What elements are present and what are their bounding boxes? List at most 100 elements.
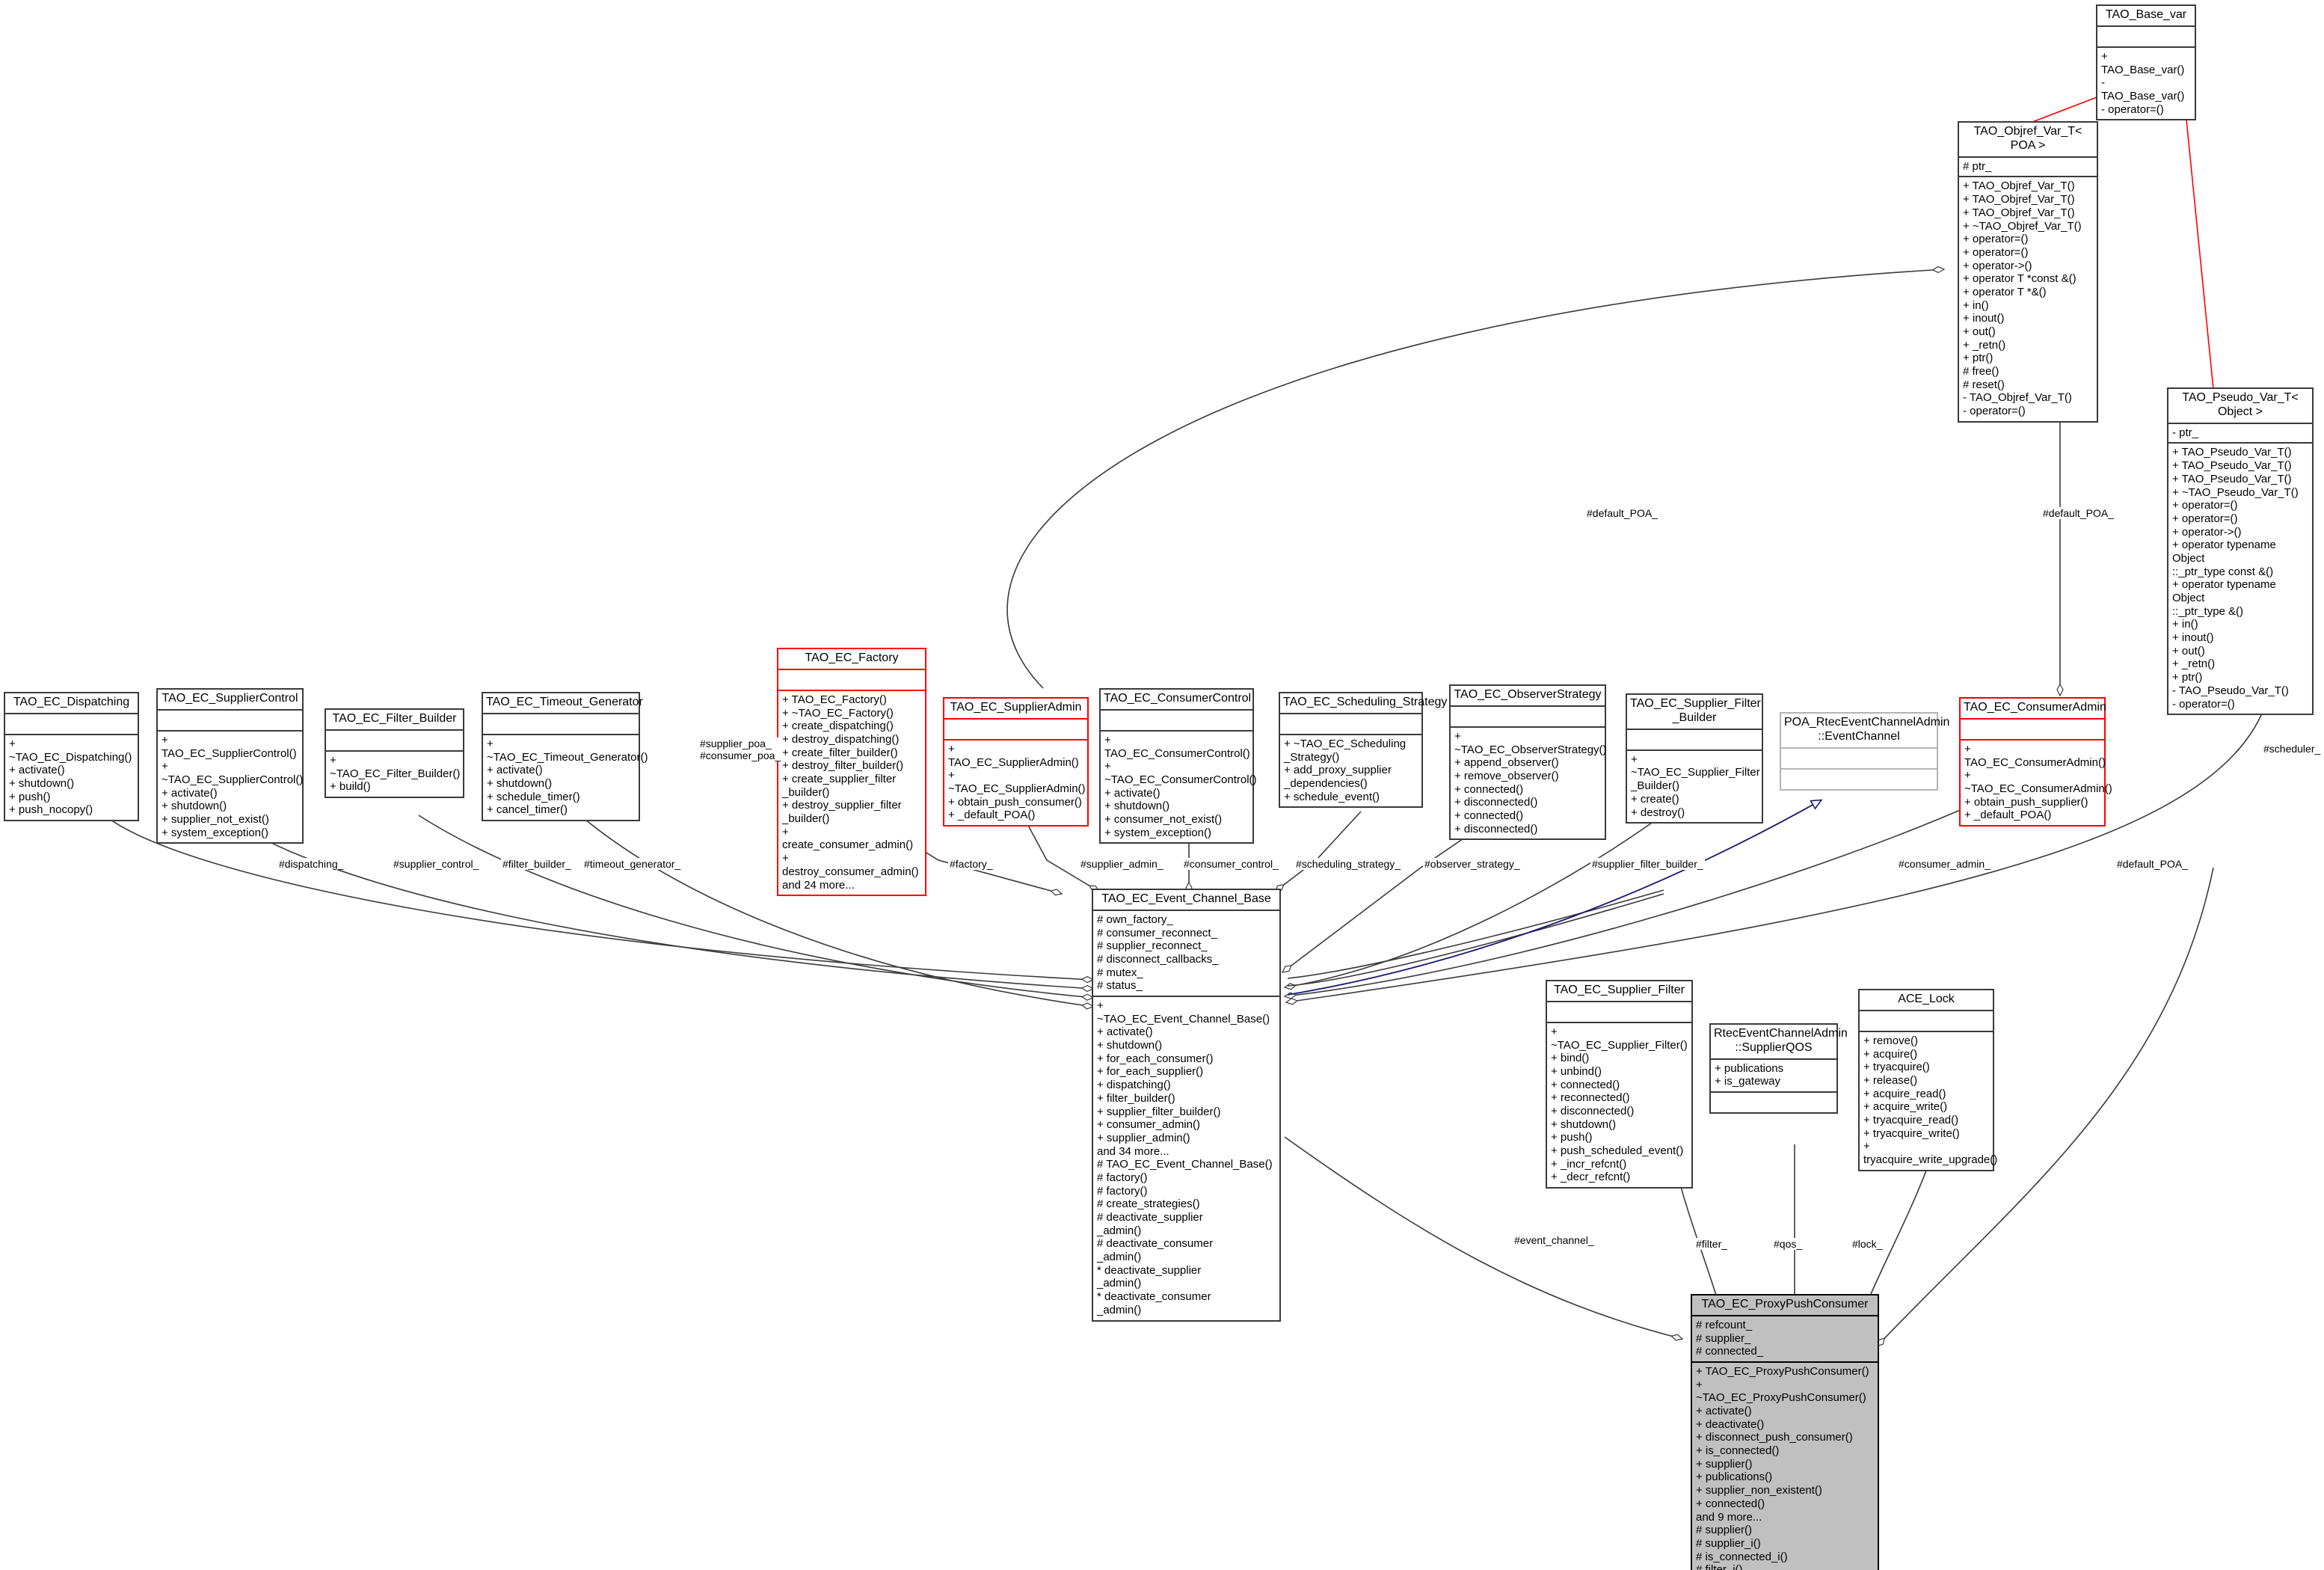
class-node-tao-ec-observerstrategy[interactable]: TAO_EC_ObserverStrategy + ~TAO_EC_Observ…	[1449, 684, 1607, 841]
class-node-tao-ec-filter-builder[interactable]: TAO_EC_Filter_Builder + ~TAO_EC_Filter_B…	[325, 708, 464, 798]
class-attributes: # own_factory_ # consumer_reconnect_ # s…	[1093, 909, 1279, 996]
class-node-tao-ec-scheduling-strategy[interactable]: TAO_EC_Scheduling_Strategy + ~TAO_EC_Sch…	[1279, 692, 1448, 809]
class-attributes	[778, 668, 925, 690]
class-node-ace-lock[interactable]: ACE_Lock + remove() + acquire() + tryacq…	[1858, 989, 1997, 1171]
edge-label-observer-strategy: #observer_strategy_	[1423, 858, 1522, 870]
class-attributes	[158, 708, 302, 730]
class-title: TAO_Objref_Var_T< POA >	[1973, 125, 2082, 152]
class-title: RtecEventChannelAdmin ::SupplierQOS	[1714, 1027, 1848, 1054]
edge-label-consumer-admin: #consumer_admin_	[1897, 858, 1992, 870]
class-node-poa-rteceventchanneladmin-eventchannel[interactable]: POA_RtecEventChannelAdmin ::EventChannel	[1780, 712, 1950, 791]
edge-label-filter: #filter_	[1694, 1238, 1730, 1250]
class-methods: + ~TAO_EC_Supplier_Filter _Builder() + c…	[1627, 749, 1762, 822]
uml-diagram-canvas: TAO_Base_var + TAO_Base_var() - TAO_Base…	[0, 0, 2324, 1570]
class-methods	[1781, 767, 1937, 789]
edge-label-supplier-poa: #supplier_poa_ #consumer_poa_	[698, 738, 783, 761]
class-methods: + TAO_EC_SupplierAdmin() + ~TAO_EC_Suppl…	[944, 738, 1087, 825]
edge-label-supplier-control: #supplier_control_	[392, 858, 481, 870]
class-title: TAO_EC_ObserverStrategy	[1454, 688, 1602, 701]
edge-label-scheduling-strategy: #scheduling_strategy_	[1294, 858, 1403, 870]
class-methods: + TAO_Objref_Var_T() + TAO_Objref_Var_T(…	[1959, 176, 2097, 420]
edge-label-scheduler: #scheduler_	[2262, 743, 2323, 755]
edge-label-event-channel: #event_channel_	[1513, 1234, 1596, 1246]
edge-label-default-poa-right: #default_POA_	[2041, 507, 2115, 519]
class-attributes: # refcount_ # supplier_ # connected_	[1692, 1314, 1878, 1361]
edge-label-dispatching: #dispatching_	[277, 858, 345, 870]
edge-label-supplier-filter-builder: #supplier_filter_builder_	[1590, 858, 1705, 870]
edge-label-default-poa-mid: #default_POA_	[1585, 507, 1659, 519]
class-node-tao-ec-supplier-filter[interactable]: TAO_EC_Supplier_Filter + ~TAO_EC_Supplie…	[1546, 980, 1693, 1189]
class-title: TAO_EC_Filter_Builder	[332, 712, 457, 725]
class-attributes	[1781, 746, 1937, 768]
class-node-tao-ec-supplieradmin[interactable]: TAO_EC_SupplierAdmin + TAO_EC_SupplierAd…	[943, 697, 1089, 827]
class-attributes	[1547, 1000, 1691, 1022]
class-title: TAO_Pseudo_Var_T< Object >	[2182, 391, 2299, 418]
class-attributes: # ptr_	[1959, 156, 2097, 177]
class-methods: + ~TAO_EC_Scheduling _Strategy() + add_p…	[1280, 733, 1421, 806]
class-node-tao-ec-factory[interactable]: TAO_EC_Factory + TAO_EC_Factory() + ~TAO…	[777, 648, 926, 897]
class-methods: + ~TAO_EC_Timeout_Generator() + activate…	[483, 733, 648, 820]
class-title: TAO_EC_ConsumerControl	[1104, 692, 1252, 705]
class-attributes	[326, 729, 463, 750]
class-node-tao-ec-consumeradmin[interactable]: TAO_EC_ConsumerAdmin + TAO_EC_ConsumerAd…	[1959, 697, 2112, 827]
class-methods: + ~TAO_EC_Supplier_Filter() + bind() + u…	[1547, 1021, 1691, 1187]
class-attributes	[1627, 728, 1762, 749]
edge-label-consumer-control: #consumer_control_	[1182, 858, 1280, 870]
class-title: TAO_EC_Timeout_Generator	[486, 696, 643, 708]
class-attributes	[1280, 712, 1421, 734]
class-attributes	[944, 717, 1087, 739]
class-methods: + TAO_EC_ConsumerControl() + ~TAO_EC_Con…	[1101, 729, 1257, 843]
class-title: TAO_EC_SupplierAdmin	[950, 701, 1082, 714]
edge-label-default-poa-left: #default_POA_	[2115, 858, 2189, 870]
class-attributes	[1860, 1009, 1993, 1031]
class-methods: + ~TAO_EC_Dispatching() + activate() + s…	[5, 733, 138, 820]
class-title: TAO_EC_Dispatching	[13, 696, 130, 708]
class-title: TAO_EC_SupplierControl	[162, 692, 298, 705]
class-methods	[1711, 1091, 1836, 1112]
class-title: POA_RtecEventChannelAdmin ::EventChannel	[1784, 716, 1950, 743]
class-attributes	[483, 712, 639, 734]
edge-label-qos: #qos_	[1772, 1238, 1804, 1250]
class-attributes: + publications + is_gateway	[1711, 1058, 1836, 1091]
class-node-tao-ec-timeout-generator[interactable]: TAO_EC_Timeout_Generator + ~TAO_EC_Timeo…	[482, 692, 648, 821]
edge-label-filter-builder: #filter_builder_	[501, 858, 573, 870]
class-methods: + ~TAO_EC_Event_Channel_Base() + activat…	[1093, 996, 1279, 1320]
class-node-tao-ec-dispatching[interactable]: TAO_EC_Dispatching + ~TAO_EC_Dispatching…	[4, 692, 139, 821]
class-node-tao-ec-suppliercontrol[interactable]: TAO_EC_SupplierControl + TAO_EC_Supplier…	[156, 688, 304, 844]
class-attributes	[1451, 705, 1605, 726]
class-node-tao-pseudo-var-t[interactable]: TAO_Pseudo_Var_T< Object > - ptr_ + TAO_…	[2167, 387, 2314, 716]
class-title: TAO_Base_var	[2105, 8, 2187, 21]
class-attributes	[1961, 717, 2104, 739]
class-methods: + TAO_EC_ConsumerAdmin() + ~TAO_EC_Consu…	[1961, 738, 2112, 825]
class-title: TAO_EC_Factory	[805, 651, 899, 664]
class-methods: + TAO_EC_ProxyPushConsumer() + ~TAO_EC_P…	[1692, 1361, 1878, 1570]
class-title: TAO_EC_Supplier_Filter _Builder	[1630, 697, 1761, 724]
edge-label-timeout-generator: #timeout_generator_	[582, 858, 683, 870]
class-methods: + TAO_Pseudo_Var_T() + TAO_Pseudo_Var_T(…	[2168, 442, 2312, 714]
class-attributes	[5, 712, 138, 734]
class-methods: + TAO_EC_SupplierControl() + ~TAO_EC_Sup…	[158, 729, 303, 843]
edge-label-factory: #factory_	[948, 858, 995, 870]
class-methods: + ~TAO_EC_Filter_Builder() + build()	[326, 749, 463, 797]
class-title: TAO_EC_ProxyPushConsumer	[1701, 1298, 1869, 1310]
class-methods: + TAO_Base_var() - TAO_Base_var() - oper…	[2097, 46, 2195, 119]
edge-label-supplier-admin: #supplier_admin_	[1079, 858, 1165, 870]
class-attributes: - ptr_	[2168, 422, 2312, 443]
class-title: ACE_Lock	[1898, 993, 1955, 1005]
class-node-tao-objref-var-t[interactable]: TAO_Objref_Var_T< POA > # ptr_ + TAO_Obj…	[1958, 121, 2098, 423]
class-node-tao-ec-event-channel-base[interactable]: TAO_EC_Event_Channel_Base # own_factory_…	[1092, 889, 1281, 1322]
class-attributes	[2097, 25, 2195, 46]
class-title: TAO_EC_ConsumerAdmin	[1964, 701, 2106, 714]
class-methods: + remove() + acquire() + tryacquire() + …	[1860, 1030, 1997, 1170]
edge-label-lock: #lock_	[1851, 1238, 1884, 1250]
class-title: TAO_EC_Supplier_Filter	[1554, 984, 1685, 996]
class-title: TAO_EC_Scheduling_Strategy	[1283, 696, 1448, 708]
class-node-tao-ec-proxypushconsumer[interactable]: TAO_EC_ProxyPushConsumer # refcount_ # s…	[1691, 1294, 1879, 1570]
class-node-tao-ec-consumercontrol[interactable]: TAO_EC_ConsumerControl + TAO_EC_Consumer…	[1099, 688, 1257, 844]
class-methods: + TAO_EC_Factory() + ~TAO_EC_Factory() +…	[778, 689, 925, 895]
class-node-rteceventchanneladmin-supplierqos[interactable]: RtecEventChannelAdmin ::SupplierQOS + pu…	[1709, 1023, 1848, 1114]
class-attributes	[1101, 708, 1252, 730]
class-node-tao-base-var[interactable]: TAO_Base_var + TAO_Base_var() - TAO_Base…	[2096, 4, 2196, 121]
class-methods: + ~TAO_EC_ObserverStrategy() + append_ob…	[1451, 726, 1607, 839]
class-node-tao-ec-supplier-filter-builder[interactable]: TAO_EC_Supplier_Filter _Builder + ~TAO_E…	[1626, 693, 1763, 824]
